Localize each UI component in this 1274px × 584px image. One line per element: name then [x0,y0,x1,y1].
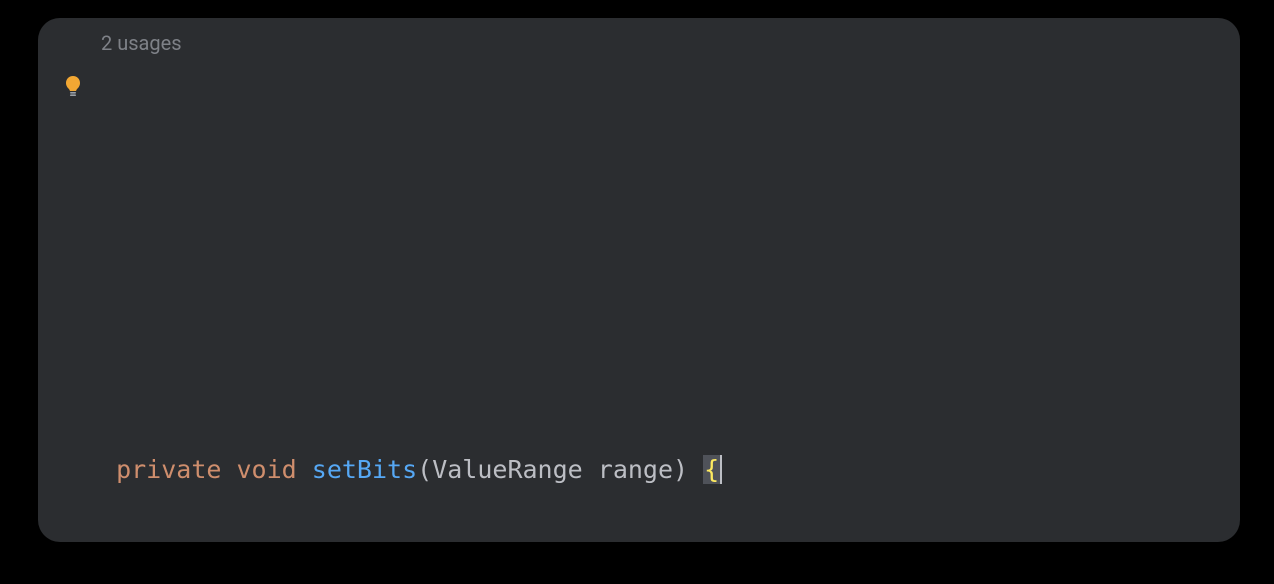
editor-panel: 2 usages private void setBits(ValueRange… [38,18,1240,542]
code-area[interactable]: private void setBits(ValueRange range) {… [101,58,1034,542]
param-name: range [598,455,673,484]
editor-gutter [38,18,102,542]
open-brace-highlighted: { [703,455,722,484]
param-type: ValueRange [432,455,583,484]
keyword-void: void [236,455,296,484]
paren-open: ( [417,455,432,484]
code-line[interactable]: private void setBits(ValueRange range) { [101,448,1034,491]
method-name: setBits [312,455,417,484]
paren-close: ) [673,455,688,484]
keyword-private: private [116,455,221,484]
intention-bulb-icon[interactable] [61,68,85,92]
